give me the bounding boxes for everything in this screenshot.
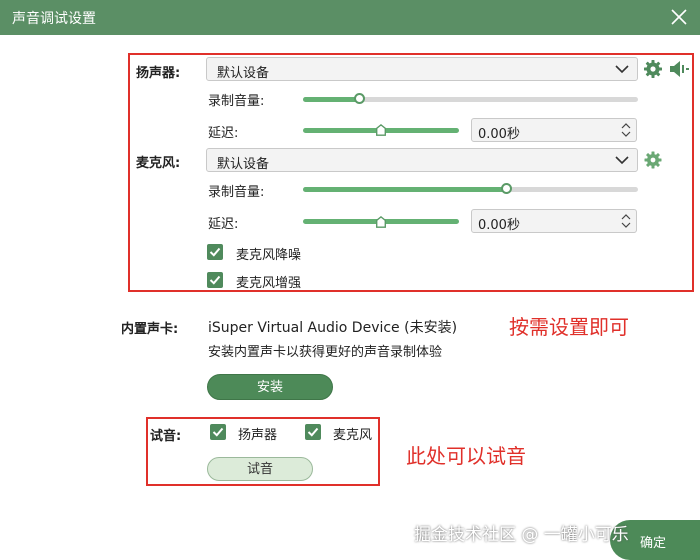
test-annotation: 此处可以试音 [406, 444, 526, 468]
test-highlight-box [146, 417, 380, 486]
builtin-card-description: 安装内置声卡以获得更好的声音录制体验 [208, 345, 443, 360]
window-title: 声音调试设置 [12, 11, 96, 27]
settings-highlight-box [128, 53, 694, 292]
builtin-card-device: iSuper Virtual Audio Device (未安装) [208, 320, 458, 336]
watermark: 掘金技术社区 @ 一罐小可乐 [414, 525, 629, 545]
close-icon [671, 9, 687, 25]
confirm-button-label: 确定 [640, 536, 667, 551]
title-bar: 声音调试设置 [0, 0, 700, 35]
settings-annotation: 按需设置即可 [509, 315, 629, 339]
builtin-card-label: 内置声卡: [121, 322, 179, 337]
install-button[interactable]: 安装 [207, 374, 333, 400]
close-button[interactable] [668, 6, 690, 28]
